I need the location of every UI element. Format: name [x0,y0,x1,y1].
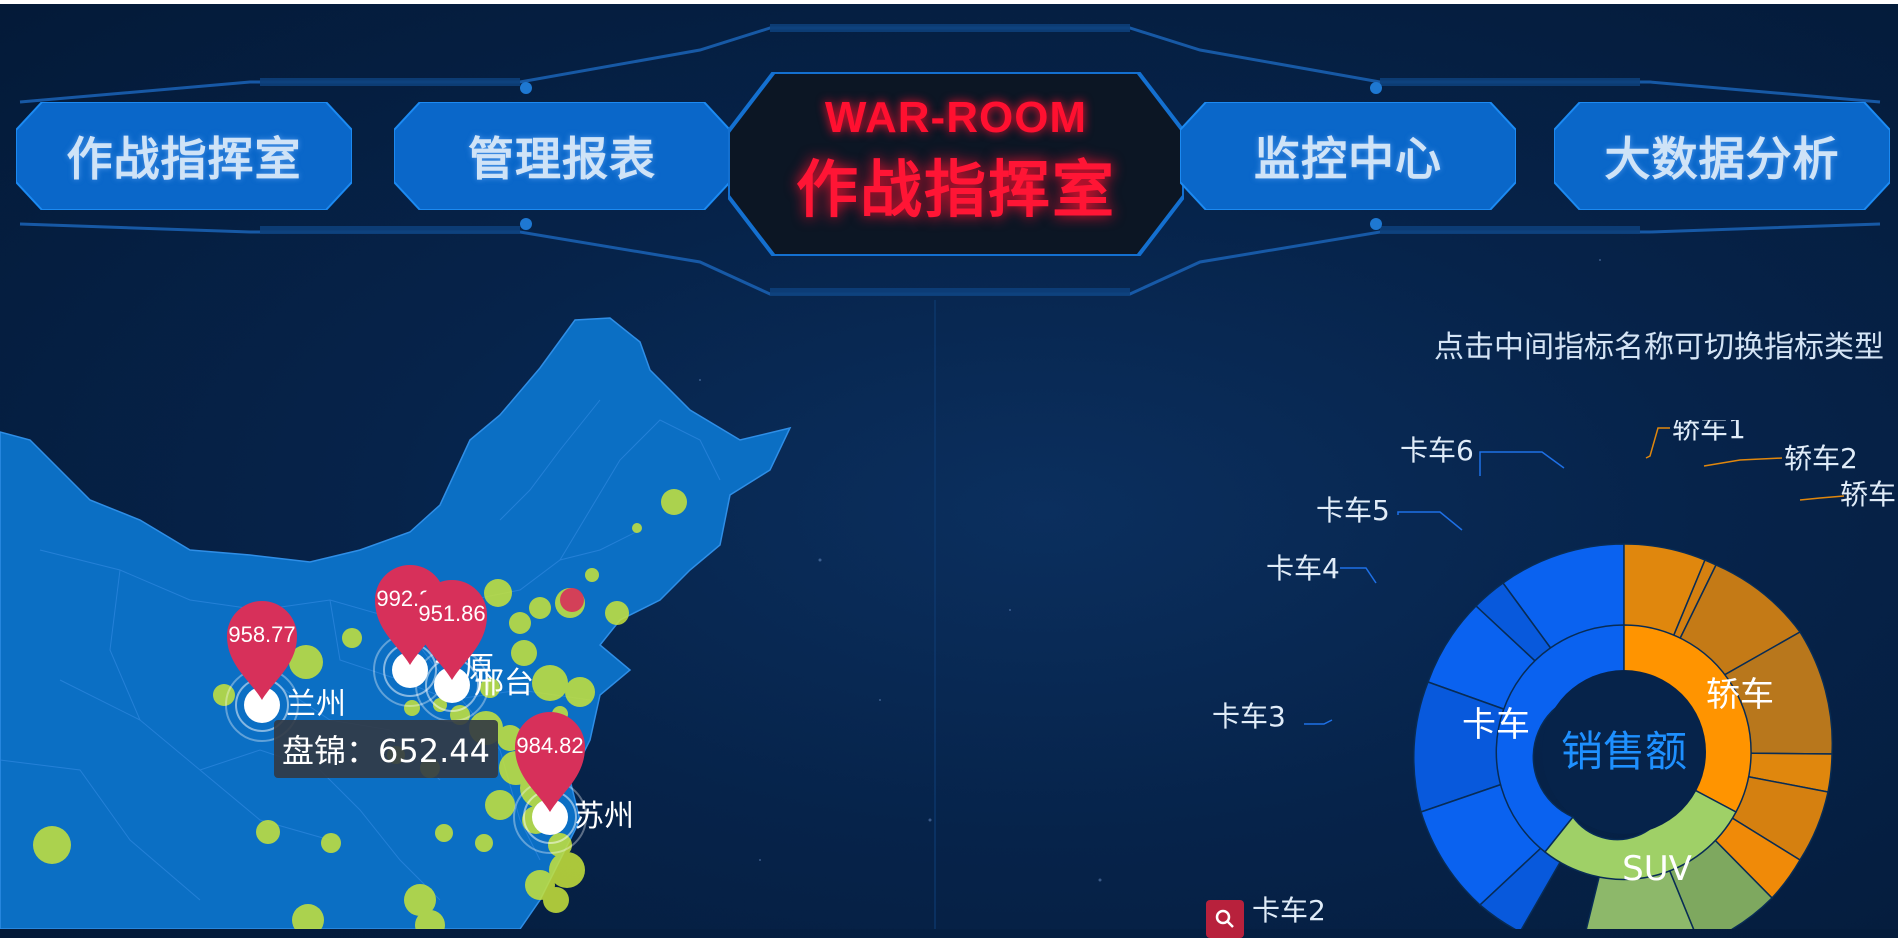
pin-city: 苏州 [574,799,634,834]
pin-value: 984.82 [516,733,583,758]
zoom-button[interactable] [1206,900,1244,938]
outer-label-car2: 轿车2 [1784,442,1858,475]
pin-city: 邢台 [474,666,534,701]
tab-big-data-analysis[interactable]: 大数据分析 [1554,102,1890,210]
china-map[interactable]: 958.77 兰州 992.30 太原 951.86 邢台 984.82 苏州 [0,300,820,929]
pin-value: 951.86 [418,601,485,626]
center-title-cn: 作战指挥室 [795,153,1116,226]
sunburst-chart[interactable]: 销售额 卡车 轿车 SUV 卡车6 卡车5 卡车4 卡车3 卡车2 轿车1 轿车… [1180,420,1898,929]
tab-label: 大数据分析 [1604,132,1840,186]
outer-label-truck2: 卡车2 [1252,894,1326,927]
outer-label-car3: 轿车 [1840,478,1896,511]
top-navigation: 作战指挥室 管理报表 WAR-ROOM 作战指挥室 监控中心 大数据分析 [0,0,1898,310]
tab-label: 监控中心 [1254,132,1442,186]
inner-label-suv: SUV [1622,849,1692,889]
tab-monitoring-center[interactable]: 监控中心 [1180,102,1516,210]
outer-label-truck3: 卡车3 [1212,700,1286,733]
switch-hint: 点击中间指标名称可切换指标类型 [1434,330,1884,365]
outer-label-truck4: 卡车4 [1266,552,1340,585]
search-icon [1215,909,1234,928]
outer-label-car1: 轿车1 [1672,420,1746,445]
outer-label-truck6: 卡车6 [1400,434,1474,467]
tab-war-room[interactable]: 作战指挥室 [16,102,352,210]
map-tooltip: 盘锦：652.44 [274,720,498,778]
tab-label: 管理报表 [468,132,656,186]
center-title-en: WAR-ROOM [824,93,1088,142]
inner-label-truck: 卡车 [1462,705,1530,745]
inner-label-car: 轿车 [1706,675,1774,715]
pin-city: 兰州 [286,687,346,722]
outer-label-truck5: 卡车5 [1316,494,1390,527]
tab-management-reports[interactable]: 管理报表 [394,102,730,210]
tab-label: 作战指挥室 [66,132,302,186]
pin-value: 958.77 [228,622,295,647]
center-metric-label[interactable]: 销售额 [1561,727,1687,776]
tab-center-active[interactable]: WAR-ROOM 作战指挥室 [728,72,1184,256]
